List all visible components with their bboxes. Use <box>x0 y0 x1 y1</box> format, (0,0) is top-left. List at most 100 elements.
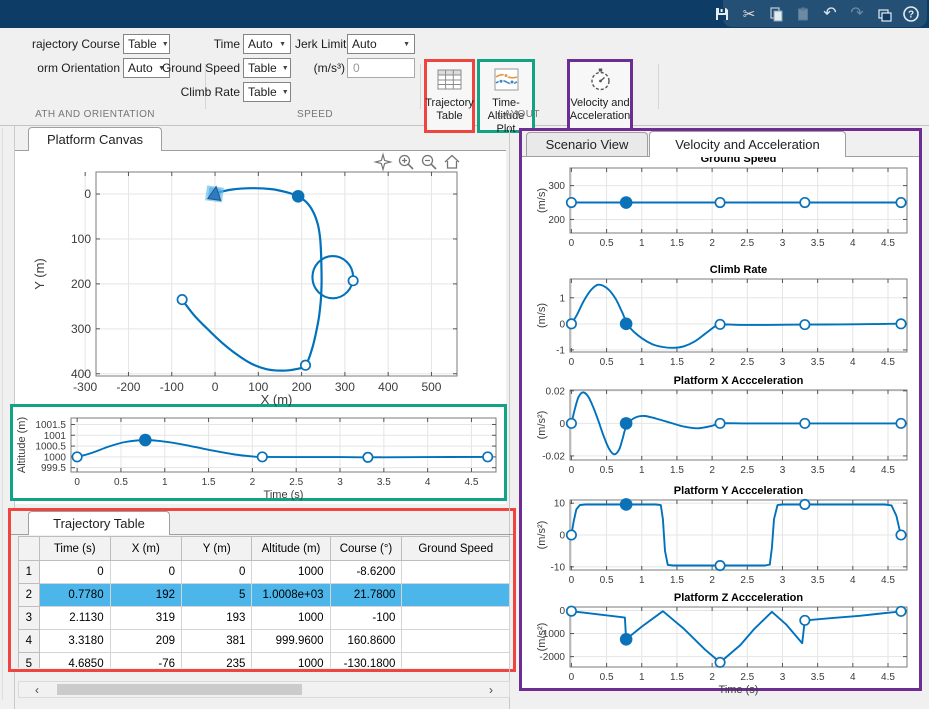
climb-rate-dropdown[interactable]: Table▼ <box>243 82 291 102</box>
svg-text:400: 400 <box>378 380 398 394</box>
horizontal-scrollbar[interactable]: ‹ › <box>18 681 510 698</box>
svg-text:-0.02: -0.02 <box>542 451 565 462</box>
svg-text:?: ? <box>908 10 914 21</box>
svg-text:0: 0 <box>559 419 565 430</box>
trajectory-course-label: rajectory Course <box>0 37 120 51</box>
time-altitude-plot-button[interactable]: Time-Altitude Plot <box>477 59 535 133</box>
tab-platform-canvas[interactable]: Platform Canvas <box>28 127 162 151</box>
undo-icon[interactable]: ↶ <box>820 4 840 24</box>
svg-text:3: 3 <box>780 357 786 368</box>
svg-text:1: 1 <box>639 465 645 476</box>
svg-text:2: 2 <box>709 575 715 586</box>
svg-text:0.5: 0.5 <box>600 357 614 368</box>
svg-text:0.5: 0.5 <box>600 238 614 249</box>
svg-text:2.5: 2.5 <box>740 672 754 683</box>
svg-text:1001: 1001 <box>44 431 67 442</box>
svg-text:1000: 1000 <box>44 452 67 463</box>
cut-icon[interactable]: ✂ <box>739 4 759 24</box>
svg-text:1: 1 <box>639 357 645 368</box>
section-path-orientation: ATH AND ORIENTATION <box>0 109 190 120</box>
svg-text:Altitude (m): Altitude (m) <box>16 417 28 473</box>
platform-canvas-plot[interactable]: -300-200-1000100200300400500010020030040… <box>20 150 490 405</box>
plot-toolbar <box>374 153 461 171</box>
climb-rate-label: Climb Rate <box>150 85 240 99</box>
svg-text:4.5: 4.5 <box>881 357 895 368</box>
svg-text:3: 3 <box>780 465 786 476</box>
copy-icon[interactable] <box>766 4 786 24</box>
climb-rate-plot[interactable]: 00.511.522.533.544.5-101Climb Rate(m/s) <box>523 266 917 380</box>
svg-text:4: 4 <box>850 465 856 476</box>
jerk-limit-input[interactable]: 0 <box>347 58 415 78</box>
ground-speed-plot[interactable]: 00.511.522.533.544.5200300Ground Speed(m… <box>523 153 917 266</box>
svg-text:1.5: 1.5 <box>670 357 684 368</box>
svg-text:500: 500 <box>421 380 441 394</box>
svg-text:0: 0 <box>212 380 219 394</box>
svg-text:400: 400 <box>71 367 91 381</box>
jerk-limit-dropdown[interactable]: Auto▼ <box>347 34 415 54</box>
svg-text:1: 1 <box>639 575 645 586</box>
windows-layout-icon[interactable] <box>874 4 894 24</box>
svg-text:4.5: 4.5 <box>881 238 895 249</box>
help-icon[interactable]: ? <box>901 4 921 24</box>
svg-text:4: 4 <box>850 672 856 683</box>
trajectory-table-button[interactable]: Trajectory Table <box>424 59 475 133</box>
svg-text:1.5: 1.5 <box>670 672 684 683</box>
section-divider <box>658 64 659 109</box>
zoom-out-icon[interactable] <box>420 153 438 171</box>
svg-text:10: 10 <box>554 499 566 510</box>
x-acceleration-plot[interactable]: 00.511.522.533.544.5-0.0200.02Platform X… <box>523 380 917 490</box>
svg-text:1000.5: 1000.5 <box>35 442 66 453</box>
svg-text:0.5: 0.5 <box>600 672 614 683</box>
svg-text:4.5: 4.5 <box>881 575 895 586</box>
svg-text:4.5: 4.5 <box>881 672 895 683</box>
scroll-left-icon[interactable]: ‹ <box>35 682 39 697</box>
scrollbar-thumb[interactable] <box>57 684 302 695</box>
svg-text:1001.5: 1001.5 <box>35 420 66 431</box>
tab-velocity-acceleration[interactable]: Velocity and Acceleration <box>649 131 846 157</box>
zoom-in-icon[interactable] <box>397 153 415 171</box>
save-icon[interactable] <box>712 4 732 24</box>
svg-text:200: 200 <box>548 215 565 226</box>
svg-text:Time (s): Time (s) <box>719 684 759 696</box>
svg-text:0.02: 0.02 <box>546 386 566 397</box>
quick-access-toolbar: ✂ ↶ ↷ ? <box>712 1 921 27</box>
trajectory-table[interactable]: Time (s)X (m)Y (m)Altitude (m)Course (°)… <box>18 536 510 668</box>
svg-text:(m/s²): (m/s²) <box>536 411 548 440</box>
svg-text:1.5: 1.5 <box>670 465 684 476</box>
redo-icon[interactable]: ↷ <box>847 4 867 24</box>
svg-text:999.5: 999.5 <box>41 463 66 474</box>
y-acceleration-plot[interactable]: 00.511.522.533.544.5-10010Platform Y Acc… <box>523 490 917 600</box>
svg-text:Time (s): Time (s) <box>264 489 304 501</box>
svg-text:3.5: 3.5 <box>811 357 825 368</box>
time-altitude-plot[interactable]: 00.511.522.533.544.5999.510001000.510011… <box>13 407 504 498</box>
svg-text:Platform Y Accceleration: Platform Y Accceleration <box>674 485 804 497</box>
svg-text:0: 0 <box>569 465 575 476</box>
svg-text:1: 1 <box>162 477 168 488</box>
svg-text:0: 0 <box>569 357 575 368</box>
ground-speed-dropdown[interactable]: Table▼ <box>243 58 291 78</box>
svg-text:1: 1 <box>559 293 565 304</box>
ground-speed-label: Ground Speed <box>150 61 240 75</box>
svg-text:200: 200 <box>292 380 312 394</box>
paste-icon[interactable] <box>793 4 813 24</box>
svg-text:Platform X Accceleration: Platform X Accceleration <box>674 375 804 387</box>
svg-text:2: 2 <box>709 672 715 683</box>
pan-icon[interactable] <box>374 153 392 171</box>
home-icon[interactable] <box>443 153 461 171</box>
svg-text:3.5: 3.5 <box>811 575 825 586</box>
svg-text:4.5: 4.5 <box>465 477 479 488</box>
svg-text:2.5: 2.5 <box>740 575 754 586</box>
svg-text:2.5: 2.5 <box>289 477 303 488</box>
tab-trajectory-table[interactable]: Trajectory Table <box>28 511 170 535</box>
platform-orientation-label: orm Orientation <box>0 61 120 75</box>
svg-text:300: 300 <box>71 322 91 336</box>
svg-text:4: 4 <box>850 575 856 586</box>
svg-text:0: 0 <box>569 238 575 249</box>
gauge-icon <box>587 67 614 93</box>
velocity-acceleration-button[interactable]: Velocity and Acceleration <box>567 59 633 133</box>
svg-text:0: 0 <box>74 477 80 488</box>
scroll-right-icon[interactable]: › <box>489 682 493 697</box>
time-dropdown[interactable]: Auto▼ <box>243 34 291 54</box>
z-acceleration-plot[interactable]: 00.511.522.533.544.50-1000-2000Platform … <box>523 600 917 689</box>
table-icon <box>436 67 463 93</box>
